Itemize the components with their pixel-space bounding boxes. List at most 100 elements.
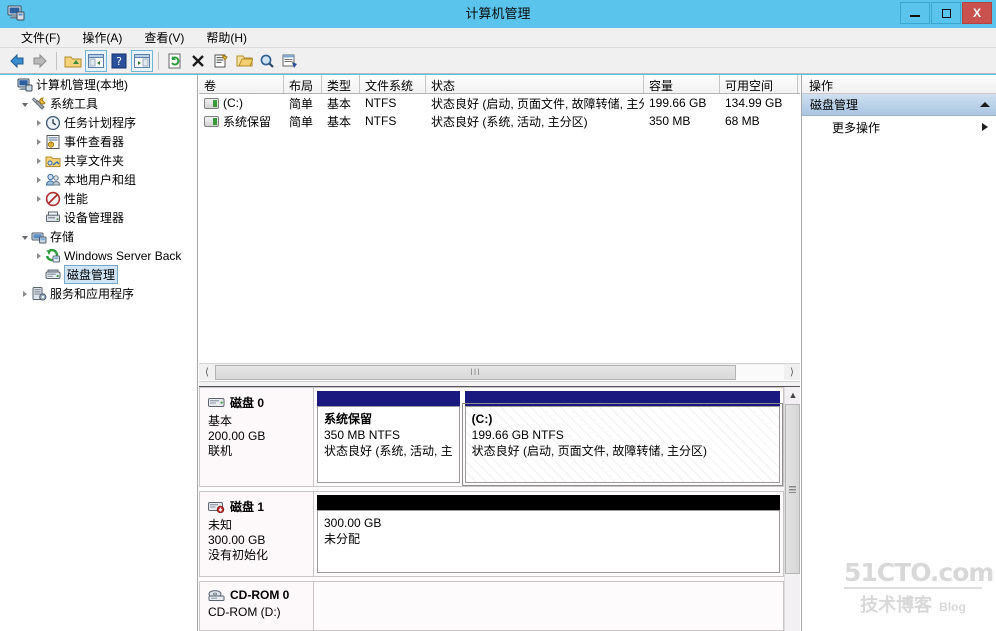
disk-state: 没有初始化 (208, 548, 269, 562)
vscroll-thumb[interactable] (785, 404, 800, 574)
forward-icon[interactable] (29, 50, 51, 72)
tree-item-event-viewer[interactable]: ! 事件查看器 (0, 132, 197, 151)
disk-info-box[interactable]: 磁盘 0 基本 200.00 GB 联机 (199, 387, 314, 487)
column-header-capacity[interactable]: 容量 (644, 75, 720, 93)
column-header-type[interactable]: 类型 (322, 75, 360, 93)
cell-free: 68 MB (725, 114, 760, 128)
event-viewer-icon: ! (45, 134, 61, 150)
disk-row[interactable]: CD-ROM 0 CD-ROM (D:) (199, 581, 784, 631)
cell-layout: 简单 (289, 96, 314, 111)
show-action-pane-icon[interactable] (131, 49, 153, 72)
expander-placeholder (32, 268, 45, 281)
disk-info-box[interactable]: 磁盘 1 未知 300.00 GB 没有初始化 (199, 491, 314, 577)
show-hide-tree-icon[interactable] (85, 49, 107, 72)
properties-icon[interactable] (210, 50, 232, 72)
partition-details[interactable]: 系统保留 350 MB NTFS 状态良好 (系统, 活动, 主 (317, 406, 460, 483)
refresh-icon[interactable] (164, 50, 186, 72)
volume-icon (204, 115, 219, 127)
tree-item-shared-folders[interactable]: 共享文件夹 (0, 151, 197, 170)
volume-row[interactable]: 系统保留 简单 基本 NTFS 状态良好 (系统, 活动, 主分区) 350 MB 68 M… (199, 112, 800, 130)
menu-action[interactable]: 操作(A) (71, 27, 133, 48)
performance-icon (45, 191, 61, 207)
partition-details[interactable]: (C:) 199.66 GB NTFS 状态良好 (启动, 页面文件, 故障转储, … (461, 403, 784, 486)
tree-item-device-manager[interactable]: 设备管理器 (0, 208, 197, 227)
column-header-layout[interactable]: 布局 (284, 75, 322, 93)
tree-item-system-tools[interactable]: 系统工具 (0, 94, 197, 113)
column-header-free[interactable]: 可用空间 (720, 75, 798, 93)
column-header-filesystem[interactable]: 文件系统 (360, 75, 426, 93)
hscroll-left-arrow-icon[interactable]: ⟨ (199, 364, 215, 380)
cell-status: 状态良好 (系统, 活动, 主分区) (431, 114, 588, 129)
expander-closed-icon[interactable] (32, 116, 45, 129)
minimize-button[interactable] (900, 2, 930, 24)
actions-group-disk-management[interactable]: 磁盘管理 (802, 94, 996, 116)
partition-block[interactable]: (C:) 199.66 GB NTFS 状态良好 (启动, 页面文件, 故障转储, … (461, 391, 784, 486)
partition-name: 系统保留 (324, 412, 373, 426)
maximize-button[interactable] (931, 2, 961, 24)
tree-item-performance[interactable]: 性能 (0, 189, 197, 208)
chevron-up-icon[interactable] (980, 102, 990, 107)
disk-info-box[interactable]: CD-ROM 0 CD-ROM (D:) (199, 581, 314, 631)
cell-volume: 系统保留 (199, 113, 284, 130)
tree-item-disk-management[interactable]: 磁盘管理 (0, 265, 197, 284)
cell-volume: (C:) (199, 96, 284, 110)
back-icon[interactable] (6, 50, 28, 72)
tree-item-label: 本地用户和组 (64, 173, 137, 187)
expander-closed-icon[interactable] (18, 287, 31, 300)
partition-color-bar (464, 391, 780, 406)
menu-file[interactable]: 文件(F) (10, 27, 71, 48)
column-header-status[interactable]: 状态 (426, 75, 644, 93)
partition-size: 350 MB NTFS (324, 428, 401, 442)
hscroll-thumb[interactable]: III (215, 364, 736, 380)
expander-open-icon[interactable] (18, 230, 31, 243)
disk-title: 磁盘 1 (208, 498, 307, 515)
cell-layout: 简单 (289, 114, 314, 129)
volume-list-hscrollbar[interactable]: ⟨ III ⟩ (199, 363, 800, 380)
disk-title: CD-ROM 0 (208, 588, 307, 602)
partition-block[interactable]: 300.00 GB 未分配 (317, 495, 780, 573)
close-button[interactable]: X (962, 2, 992, 24)
hscroll-track[interactable]: III (215, 364, 784, 380)
partition-details[interactable]: 300.00 GB 未分配 (317, 510, 780, 573)
tree-item-windows-server-backup[interactable]: Windows Server Back (0, 246, 197, 265)
find-icon[interactable] (256, 50, 278, 72)
tree-item-computer-management[interactable]: 计算机管理(本地) (0, 75, 197, 94)
window-title: 计算机管理 (465, 6, 531, 21)
tree-item-storage[interactable]: 存储 (0, 227, 197, 246)
vscroll-up-arrow-icon[interactable]: ▲ (785, 387, 801, 403)
clock-icon (45, 115, 61, 131)
menu-view[interactable]: 查看(V) (133, 27, 195, 48)
hscroll-right-arrow-icon[interactable]: ⟩ (784, 364, 800, 380)
tools-icon (31, 96, 47, 112)
disk-row[interactable]: 磁盘 0 基本 200.00 GB 联机 系统保留 350 MB NTFS 状态良好 (系统… (199, 387, 784, 487)
expander-closed-icon[interactable] (32, 135, 45, 148)
column-header-volume[interactable]: 卷 (199, 75, 284, 93)
tree-item-label: 计算机管理(本地) (36, 78, 128, 92)
tree-item-services-and-applications[interactable]: 服务和应用程序 (0, 284, 197, 303)
tree-item-task-scheduler[interactable]: 任务计划程序 (0, 113, 197, 132)
help-icon[interactable]: ? (108, 50, 130, 72)
disk-row[interactable]: 磁盘 1 未知 300.00 GB 没有初始化 300.00 GB 未分配 (199, 491, 784, 577)
disk-view-vscrollbar[interactable]: ▲ (784, 387, 800, 631)
expander-open-icon[interactable] (18, 97, 31, 110)
disk-title: 磁盘 0 (208, 394, 307, 411)
tree-item-label: 存储 (50, 230, 75, 244)
expander-closed-icon[interactable] (32, 154, 45, 167)
partition-size: 300.00 GB (324, 516, 382, 530)
expander-closed-icon[interactable] (32, 249, 45, 262)
volume-row[interactable]: (C:) 简单 基本 NTFS 状态良好 (启动, 页面文件, 故障转储, 主分区) 19… (199, 94, 800, 112)
export-list-icon[interactable] (279, 50, 301, 72)
delete-icon[interactable] (187, 50, 209, 72)
action-more-actions[interactable]: 更多操作 (802, 116, 996, 138)
window-controls: X (900, 2, 992, 26)
computer-icon (17, 77, 33, 93)
console-tree-panel[interactable]: 计算机管理(本地) 系统工具 任务计划程序! 事件查看器 共享文件夹本地用户和组性能 设备… (0, 75, 198, 631)
menu-help[interactable]: 帮助(H) (195, 27, 258, 48)
expander-closed-icon[interactable] (32, 173, 45, 186)
partition-block[interactable]: 系统保留 350 MB NTFS 状态良好 (系统, 活动, 主 (317, 391, 460, 483)
up-folder-icon[interactable] (62, 50, 84, 72)
expander-closed-icon[interactable] (32, 192, 45, 205)
open-icon[interactable] (233, 50, 255, 72)
users-icon (45, 172, 61, 188)
tree-item-local-users-groups[interactable]: 本地用户和组 (0, 170, 197, 189)
